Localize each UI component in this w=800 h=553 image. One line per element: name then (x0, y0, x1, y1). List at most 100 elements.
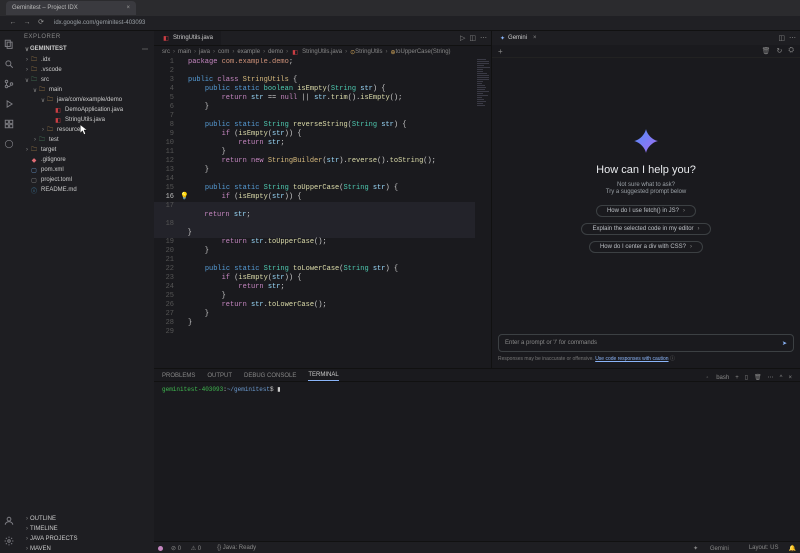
source-control-icon[interactable] (2, 77, 16, 91)
section-outline[interactable]: ›OUTLINE (18, 514, 154, 524)
tree-file-demoapp[interactable]: ◧DemoApplication.java (28, 105, 154, 115)
reload-icon[interactable]: ⟳ (36, 18, 46, 28)
editor-row: ◧StringUtils.java ▷ ◫ ⋯ src› main› java›… (154, 31, 800, 369)
gemini-tabs: ✦ Gemini × ◫ ⋯ (492, 31, 800, 45)
tree-folder-target[interactable]: ›🗀target (22, 145, 154, 155)
split-terminal-icon[interactable]: ▯ (745, 374, 748, 381)
send-icon[interactable]: ➤ (782, 340, 787, 347)
gemini-star-icon: ✦ (500, 35, 505, 42)
code-editor-group: ◧StringUtils.java ▷ ◫ ⋯ src› main› java›… (154, 31, 492, 368)
debug-icon[interactable] (2, 97, 16, 111)
gemini-prompt-input[interactable]: Enter a prompt or '/' for commands ➤ (498, 334, 794, 352)
tree-file-stringutils[interactable]: ◧StringUtils.java (28, 115, 154, 125)
kill-terminal-icon[interactable]: 🗑 (754, 374, 762, 381)
breadcrumb[interactable]: src› main› java› com› example› demo› ◧St… (154, 46, 491, 58)
more-icon[interactable]: ⋯ (789, 34, 796, 42)
project-actions[interactable]: ⋯ (142, 46, 148, 53)
status-layout[interactable]: Layout: US (739, 545, 779, 551)
explorer-sidebar: EXPLORER ∨GEMINITEST ⋯ ›🗀.idx ›🗀.vscode … (18, 31, 154, 553)
more-icon[interactable]: ⋯ (480, 34, 487, 42)
idx-icon[interactable] (2, 137, 16, 151)
tab-terminal[interactable]: TERMINAL (308, 372, 338, 381)
tree-file-gitignore[interactable]: ◆.gitignore (28, 155, 154, 165)
tab-stringutils[interactable]: ◧StringUtils.java (154, 31, 221, 45)
gemini-subtitle2: Try a suggested prompt below (606, 189, 686, 195)
status-bar: ⊘ 0 ⚠ 0 {} Java: Ready ✦ Gemini Layout: … (154, 541, 800, 553)
suggestion-pill-2[interactable]: Explain the selected code in my editor› (581, 223, 710, 235)
gemini-title: How can I help you? (596, 164, 696, 176)
gemini-disclaimer: Responses may be inaccurate or offensive… (498, 355, 794, 362)
tree-folder-main[interactable]: ∨🗀main (22, 85, 154, 95)
tree-folder-test[interactable]: ›🗀test (22, 135, 154, 145)
project-name: GEMINITEST (30, 46, 67, 52)
suggestion-pill-1[interactable]: How do I use fetch() in JS?› (596, 205, 696, 217)
info-icon[interactable]: ⓘ (670, 356, 675, 362)
browser-toolbar: ← → ⟳ idx.google.com/geminitest-403093 (0, 16, 800, 31)
close-panel-icon[interactable]: × (788, 375, 792, 381)
gemini-welcome: How can I help you? Not sure what to ask… (492, 58, 800, 328)
more-icon[interactable]: ⋯ (768, 374, 774, 381)
gemini-subtitle: Not sure what to ask? (617, 182, 675, 188)
terminal-body[interactable]: geminitest-403093:~/geminitest$ ▮ (154, 382, 800, 541)
mouse-cursor-icon (79, 124, 89, 136)
tab-debugconsole[interactable]: DEBUG CONSOLE (244, 373, 296, 381)
main-area: ◧StringUtils.java ▷ ◫ ⋯ src› main› java›… (154, 31, 800, 553)
account-icon[interactable] (2, 514, 16, 528)
tree-folder-pkg[interactable]: ∨🗀java/com/example/demo (22, 95, 154, 105)
terminal-shell-label[interactable]: ◦ bash (706, 375, 729, 381)
tab-problems[interactable]: PROBLEMS (162, 373, 195, 381)
gemini-placeholder: Enter a prompt or '/' for commands (505, 340, 597, 346)
refresh-icon[interactable]: ↻ (777, 47, 783, 55)
tab-output[interactable]: OUTPUT (207, 373, 232, 381)
tree-folder-vscode[interactable]: ›🗀.vscode (22, 65, 154, 75)
disclaimer-link[interactable]: Use code responses with caution (595, 356, 668, 362)
search-icon[interactable] (2, 57, 16, 71)
suggestion-pill-3[interactable]: How do I center a div with CSS?› (589, 241, 703, 253)
explorer-icon[interactable] (2, 37, 16, 51)
project-header[interactable]: ∨GEMINITEST ⋯ (18, 43, 154, 55)
gemini-input-area: Enter a prompt or '/' for commands ➤ Res… (492, 328, 800, 368)
status-java[interactable]: {} Java: Ready (217, 545, 264, 551)
activity-bar (0, 31, 18, 553)
url-bar[interactable]: idx.google.com/geminitest-403093 (54, 20, 145, 26)
settings-icon[interactable]: ⛭ (788, 47, 794, 55)
editor-tab-actions: ▷ ◫ ⋯ (456, 34, 491, 42)
status-dot[interactable] (158, 546, 163, 551)
extensions-icon[interactable] (2, 117, 16, 131)
tab-label: StringUtils.java (173, 35, 213, 41)
gemini-tab-actions: ◫ ⋯ (774, 34, 800, 42)
tree-folder-src[interactable]: ∨🗀src (22, 75, 154, 85)
maximize-icon[interactable]: ^ (780, 375, 783, 381)
status-gemini[interactable]: ✦ Gemini (693, 545, 729, 552)
section-timeline[interactable]: ›TIMELINE (18, 524, 154, 534)
status-errors[interactable]: ⊘ 0 ⚠ 0 (171, 545, 209, 552)
new-terminal-icon[interactable]: + (735, 375, 739, 381)
run-icon[interactable]: ▷ (460, 34, 465, 42)
status-bell-icon[interactable]: 🔔 (789, 545, 796, 552)
tab-gemini[interactable]: ✦ Gemini × (492, 31, 545, 45)
section-javaprojects[interactable]: ›JAVA PROJECTS (18, 534, 154, 544)
tree-file-readme[interactable]: ⓘREADME.md (28, 185, 154, 195)
new-chat-icon[interactable]: + (498, 47, 503, 56)
ide-root: EXPLORER ∨GEMINITEST ⋯ ›🗀.idx ›🗀.vscode … (0, 31, 800, 553)
tree-folder-idx[interactable]: ›🗀.idx (22, 55, 154, 65)
section-maven[interactable]: ›MAVEN (18, 544, 154, 553)
gemini-toolbar: + 🗑 ↻ ⛭ (492, 45, 800, 58)
tree-file-pom[interactable]: ▢pom.xml (28, 165, 154, 175)
tree-file-projecttoml[interactable]: ▢project.toml (28, 175, 154, 185)
back-icon[interactable]: ← (8, 18, 18, 28)
split-icon[interactable]: ◫ (778, 34, 785, 42)
minimap[interactable] (475, 58, 491, 368)
sidebar-collapsed-sections: ›OUTLINE ›TIMELINE ›JAVA PROJECTS ›MAVEN (18, 514, 154, 553)
forward-icon[interactable]: → (22, 18, 32, 28)
close-icon[interactable]: × (126, 5, 130, 11)
browser-tab-title: Geminitest – Project IDX (12, 5, 78, 11)
code-area[interactable]: 1package com.example.demo;23public class… (154, 58, 491, 368)
gear-icon[interactable] (2, 534, 16, 548)
tree-folder-resources[interactable]: ›🗀resources (22, 125, 154, 135)
split-icon[interactable]: ◫ (469, 34, 476, 42)
gemini-logo-icon (633, 128, 659, 154)
trash-icon[interactable]: 🗑 (762, 47, 771, 55)
close-icon[interactable]: × (533, 35, 537, 41)
browser-tab[interactable]: Geminitest – Project IDX × (6, 1, 136, 15)
